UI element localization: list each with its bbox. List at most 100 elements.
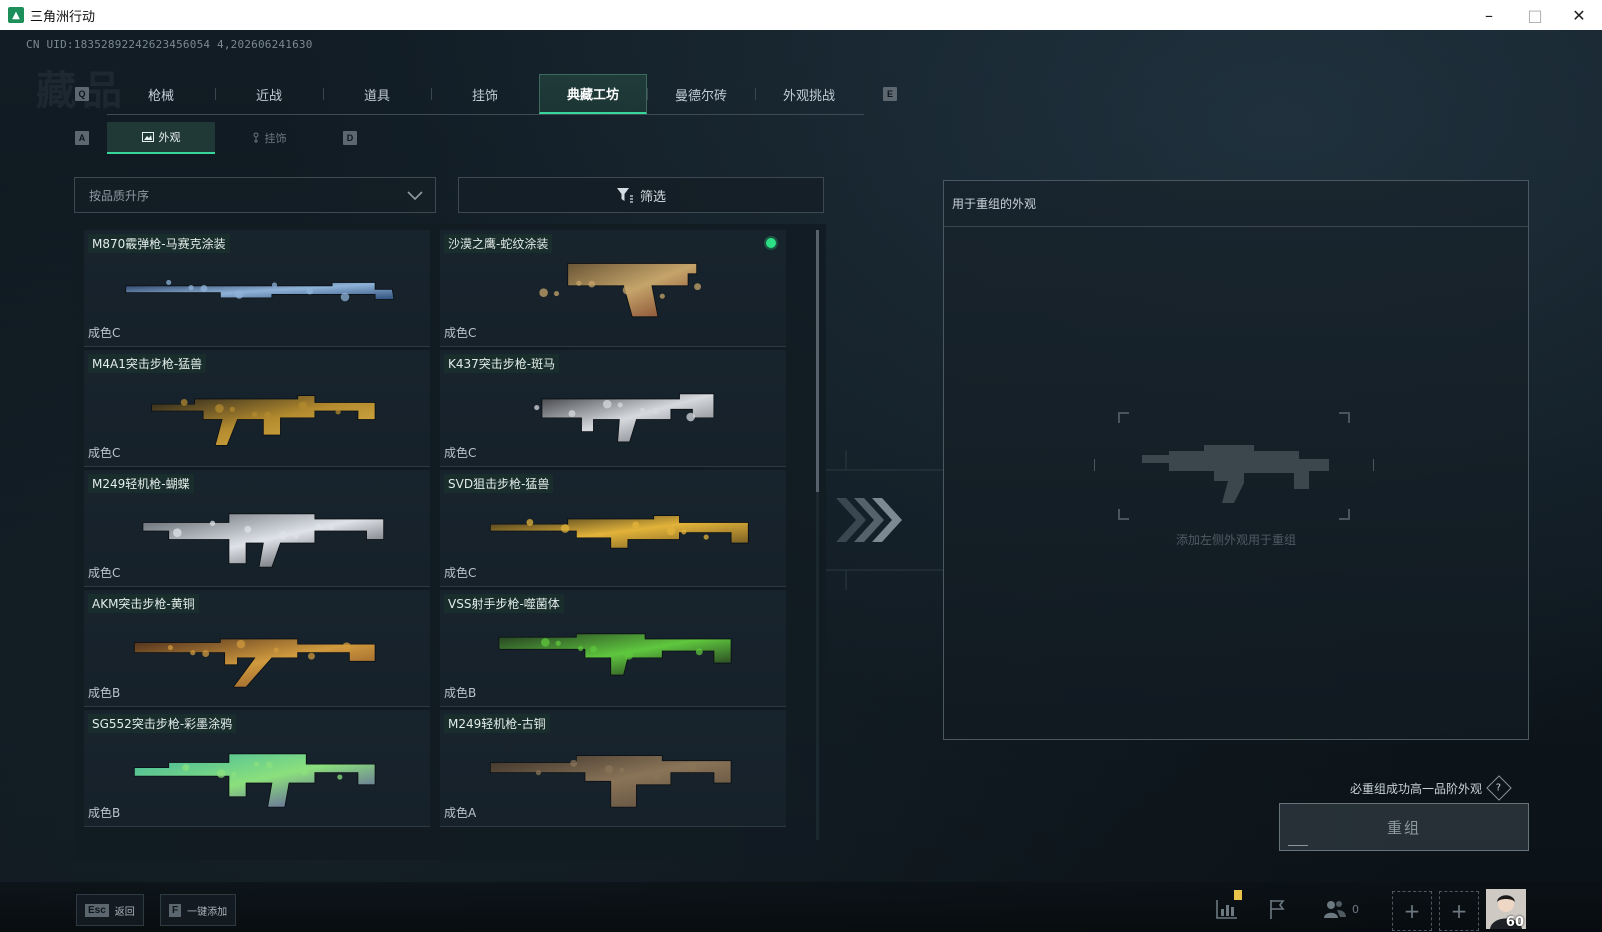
game-viewport: 藏品 CN UID:18352892242623456054 4,2026062… bbox=[0, 30, 1602, 932]
add-all-label: 一键添加 bbox=[187, 906, 228, 918]
appearance-card[interactable]: M249轻机枪-蝴蝶成色C bbox=[84, 470, 430, 587]
tab-appearance-challenge[interactable]: 外观挑战 bbox=[755, 74, 863, 114]
item-grade: 成色B bbox=[88, 806, 121, 820]
tab-label: 外观挑战 bbox=[782, 88, 835, 104]
subtab-appearance[interactable]: 外观 bbox=[107, 122, 215, 154]
sort-dropdown[interactable]: 按品质升序 bbox=[74, 177, 436, 213]
item-name: VSS射手步枪-噬菌体 bbox=[444, 594, 564, 613]
subtab-next-key[interactable]: D bbox=[343, 131, 357, 145]
category-tabs: 枪械 近战 道具 挂饰 典藏工坊 曼德尔砖 外观挑战 bbox=[107, 74, 864, 115]
appearance-card[interactable]: AKM突击步枪-黄铜成色B bbox=[84, 590, 430, 707]
appearance-grid: M870霰弹枪-马赛克涂装 成色C 沙漠之鹰-蛇纹涂装 成色C M4A1突击步枪-猛兽成… bbox=[74, 224, 826, 860]
tab-label: 枪械 bbox=[147, 88, 174, 104]
friends-icon bbox=[1324, 901, 1346, 918]
tab-guns[interactable]: 枪械 bbox=[107, 74, 215, 114]
appearance-card[interactable]: M4A1突击步枪-猛兽成色C bbox=[84, 350, 430, 467]
plus-icon: + bbox=[1403, 899, 1421, 923]
weapon-skin-image bbox=[539, 263, 701, 318]
f-key: F bbox=[169, 903, 182, 917]
item-grade: 成色B bbox=[88, 686, 121, 700]
maximize-icon[interactable]: □ bbox=[1512, 0, 1558, 30]
item-name: K437突击步枪-斑马 bbox=[444, 354, 560, 373]
stats-icon[interactable] bbox=[1210, 890, 1244, 926]
item-name: M249轻机枪-古铜 bbox=[444, 714, 550, 733]
weapon-skin-image bbox=[498, 633, 732, 676]
invite-slot-2[interactable]: + bbox=[1439, 891, 1479, 931]
sub-tabs: 外观 挂饰 bbox=[107, 122, 323, 154]
item-grade: 成色B bbox=[444, 686, 477, 700]
flag-icon[interactable] bbox=[1262, 892, 1296, 926]
tab-prev-key[interactable]: Q bbox=[75, 87, 89, 101]
item-grade: 成色C bbox=[444, 446, 477, 460]
weapon-skin-image bbox=[534, 393, 715, 443]
sort-label: 按品质升序 bbox=[89, 188, 150, 203]
weapon-skin-image bbox=[489, 515, 749, 549]
guarantee-note: 必重组成功高一品阶外观 ? bbox=[1350, 775, 1512, 801]
appearance-card[interactable]: VSS射手步枪-噬菌体成色B bbox=[440, 590, 786, 707]
appearance-card[interactable]: K437突击步枪-斑马成色C bbox=[440, 350, 786, 467]
filter-icon bbox=[616, 188, 633, 203]
grid-scrollbar-thumb[interactable] bbox=[816, 230, 819, 492]
appearance-card[interactable]: M249轻机枪-古铜成色A bbox=[440, 710, 786, 827]
charm-icon bbox=[253, 132, 258, 143]
image-icon bbox=[141, 132, 154, 142]
player-avatar[interactable]: 60 bbox=[1486, 889, 1526, 929]
triple-chevron-right-icon bbox=[826, 450, 944, 590]
weapon-skin-image bbox=[151, 395, 376, 446]
tab-label: 挂饰 bbox=[471, 88, 498, 104]
item-grade: 成色A bbox=[444, 806, 477, 820]
bottom-bar: Esc 返回 F 一键添加 0 + + 60 bbox=[0, 882, 1602, 932]
weapon-skin-image bbox=[133, 638, 376, 688]
chevron-down-icon bbox=[407, 191, 423, 201]
item-grade: 成色C bbox=[444, 566, 477, 580]
regroup-button[interactable]: 重组 bbox=[1279, 803, 1529, 851]
weapon-skin-image bbox=[133, 753, 376, 808]
selected-indicator-icon bbox=[766, 238, 776, 248]
appearance-card[interactable]: 沙漠之鹰-蛇纹涂装 成色C bbox=[440, 230, 786, 347]
item-grade: 成色C bbox=[88, 446, 121, 460]
filter-button[interactable]: 筛选 bbox=[458, 177, 824, 213]
panel-title: 用于重组的外观 bbox=[944, 181, 1528, 227]
item-name: M249轻机枪-蝴蝶 bbox=[88, 474, 194, 493]
close-icon[interactable]: ✕ bbox=[1556, 0, 1602, 30]
appearance-card[interactable]: SVD狙击步枪-猛兽 成色C bbox=[440, 470, 786, 587]
weapon-skin-image bbox=[142, 513, 385, 568]
tab-workshop[interactable]: 典藏工坊 bbox=[539, 74, 647, 114]
appearance-card[interactable]: SG552突击步枪-彩墨涂鸦 成色B bbox=[84, 710, 430, 827]
plus-icon: + bbox=[1450, 899, 1468, 923]
item-grade: 成色C bbox=[444, 326, 477, 340]
item-name: AKM突击步枪-黄铜 bbox=[88, 594, 199, 613]
help-glyph: ? bbox=[1496, 782, 1502, 794]
uid-text: CN UID:18352892242623456054 4,2026062416… bbox=[26, 38, 313, 51]
regroup-panel: 用于重组的外观 添加左侧外观用于重组 bbox=[943, 180, 1529, 740]
player-level: 60 bbox=[1505, 915, 1524, 929]
rifle-silhouette-icon bbox=[1094, 412, 1374, 520]
tab-mandel-brick[interactable]: 曼德尔砖 bbox=[647, 74, 755, 114]
tab-items[interactable]: 道具 bbox=[323, 74, 431, 114]
subtab-prev-key[interactable]: A bbox=[75, 131, 89, 145]
tab-label: 典藏工坊 bbox=[566, 88, 619, 103]
window-title: 三角洲行动 bbox=[30, 9, 96, 25]
tab-melee[interactable]: 近战 bbox=[215, 74, 323, 114]
item-name: M4A1突击步枪-猛兽 bbox=[88, 354, 207, 373]
item-grade: 成色C bbox=[88, 566, 121, 580]
invite-slot-1[interactable]: + bbox=[1392, 891, 1432, 931]
back-button[interactable]: Esc 返回 bbox=[76, 894, 144, 926]
app-logo-icon: ▲ bbox=[8, 7, 24, 23]
add-all-button[interactable]: F 一键添加 bbox=[160, 894, 237, 926]
tab-charms[interactable]: 挂饰 bbox=[431, 74, 539, 114]
minimize-icon[interactable]: – bbox=[1466, 0, 1512, 30]
help-icon[interactable]: ? bbox=[1486, 775, 1512, 801]
subtab-label: 外观 bbox=[158, 131, 181, 144]
item-name: M870霰弹枪-马赛克涂装 bbox=[88, 234, 230, 253]
tab-label: 曼德尔砖 bbox=[674, 88, 727, 104]
subtab-charm[interactable]: 挂饰 bbox=[215, 122, 323, 154]
appearance-card[interactable]: M870霰弹枪-马赛克涂装 成色C bbox=[84, 230, 430, 347]
back-label: 返回 bbox=[114, 906, 135, 918]
window-titlebar: ▲ 三角洲行动 – □ ✕ bbox=[0, 0, 1602, 30]
subtab-label: 挂饰 bbox=[264, 132, 287, 145]
friends-count: 0 bbox=[1352, 902, 1359, 916]
friends-button[interactable]: 0 bbox=[1322, 892, 1366, 926]
guarantee-text: 必重组成功高一品阶外观 bbox=[1350, 781, 1483, 796]
tab-next-key[interactable]: E bbox=[883, 87, 897, 101]
